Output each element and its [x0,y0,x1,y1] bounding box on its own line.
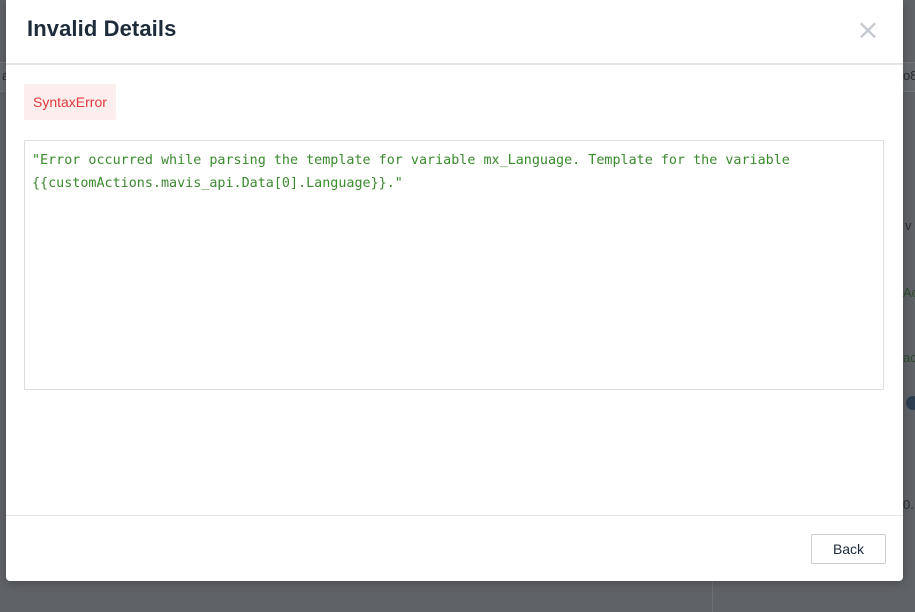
close-icon: × [856,13,880,46]
invalid-details-modal: Invalid Details × SyntaxError "Error occ… [6,0,903,581]
error-type-badge: SyntaxError [24,84,116,120]
background-text-fragment: Ac [903,285,915,300]
error-message-text: "Error occurred while parsing the templa… [32,153,798,191]
background-text-fragment: 0. [903,497,914,512]
error-message-box: "Error occurred while parsing the templa… [24,140,884,390]
background-text-fragment: o8 [903,68,915,83]
close-button[interactable]: × [856,16,880,44]
modal-footer: Back [6,515,903,582]
back-button[interactable]: Back [811,534,886,564]
modal-title: Invalid Details [27,16,177,41]
background-text-fragment: v [905,218,912,233]
background-status-dot [906,396,915,410]
modal-header: Invalid Details × [6,0,903,65]
background-text-fragment: ac [903,350,915,365]
